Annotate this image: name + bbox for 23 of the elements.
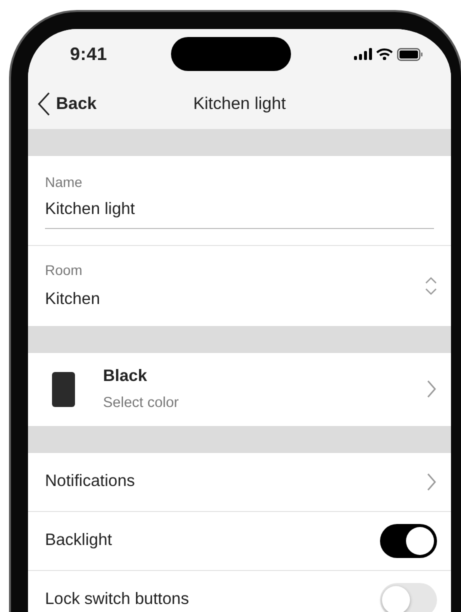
color-row[interactable]: Black Select color <box>28 352 451 426</box>
field-label: Room <box>45 260 84 280</box>
screen-title: Kitchen light <box>193 93 286 116</box>
chevron-right-icon <box>426 472 437 492</box>
signal-icon <box>354 48 372 60</box>
up-down-chevron-icon <box>425 276 437 296</box>
device-icon <box>52 372 75 406</box>
wifi-icon <box>376 48 393 60</box>
setting-label: Notifications <box>45 471 135 492</box>
toggle-switch[interactable] <box>380 524 437 558</box>
chevron-right-icon <box>426 379 437 399</box>
setting-label: Lock switch buttons <box>45 589 189 610</box>
field-label: Name <box>45 173 84 192</box>
status-time: 9:41 <box>70 42 108 66</box>
color-name: Black <box>103 366 148 387</box>
back-chevron-icon[interactable] <box>38 92 50 116</box>
room-value[interactable]: Kitchen <box>45 286 100 312</box>
name-field[interactable]: Kitchen light <box>45 193 434 229</box>
setting-label: Backlight <box>45 530 112 552</box>
back-button[interactable]: Back <box>38 91 97 117</box>
battery-icon <box>396 48 423 60</box>
toggle-switch[interactable] <box>380 582 437 612</box>
color-hint: Select color <box>103 394 180 412</box>
